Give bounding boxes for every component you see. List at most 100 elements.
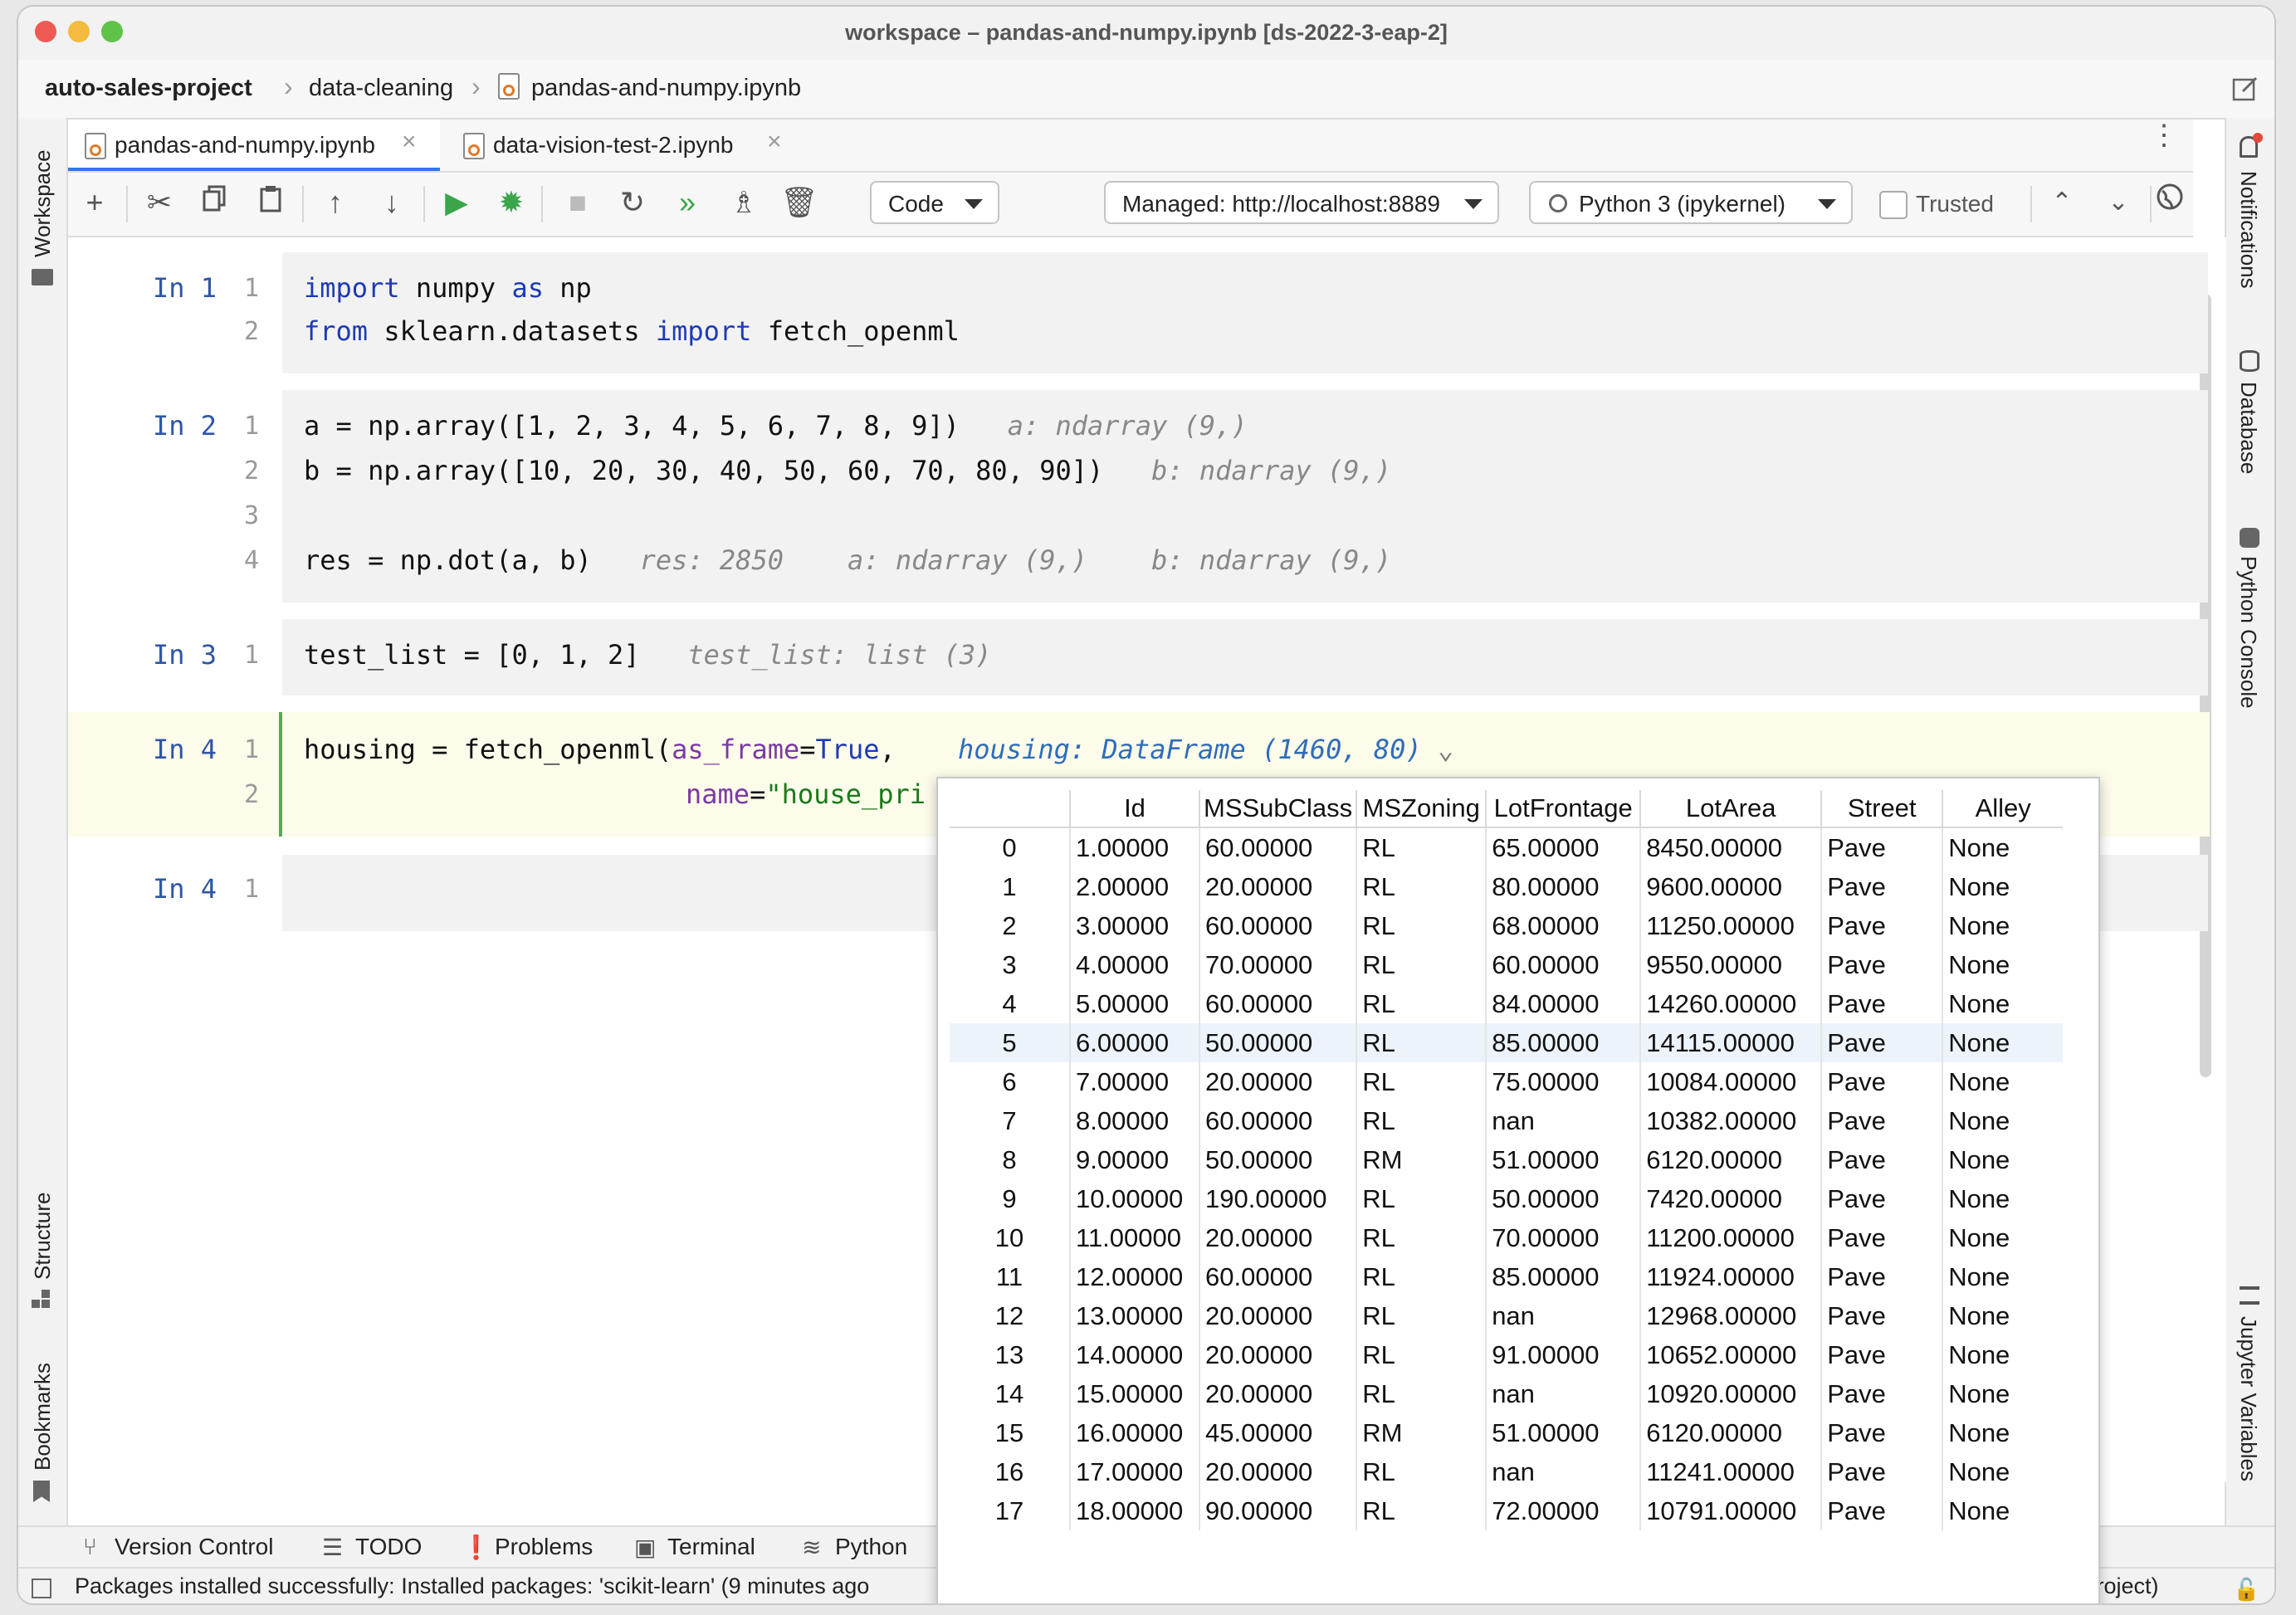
edit-icon[interactable] [2231,75,2259,103]
row-index[interactable]: 1 [950,867,1070,906]
code-cell-1[interactable] [282,252,2208,373]
table-cell[interactable]: Pave [1820,1452,1943,1491]
table-cell[interactable]: None [1942,1413,2064,1452]
table-cell[interactable]: 8450.00000 [1639,827,1822,867]
table-cell[interactable]: None [1942,1101,2064,1140]
code-line[interactable]: name="house_pri [686,778,926,810]
status-message[interactable]: Packages installed successfully: Install… [75,1574,869,1599]
table-cell[interactable]: None [1942,1491,2064,1530]
table-cell[interactable]: 60.00000 [1198,984,1357,1023]
table-cell[interactable]: 18.00000 [1069,1491,1199,1530]
row-index[interactable]: 4 [950,984,1070,1023]
table-cell[interactable]: 9600.00000 [1639,867,1822,906]
table-cell[interactable]: 17.00000 [1069,1452,1199,1491]
dataframe-table[interactable]: Id MSSubClass MSZoning LotFrontage LotAr… [950,790,2064,1530]
table-row[interactable]: 2 3.00000 60.00000 RL 68.00000 11250.00000 Pav… [950,906,2064,945]
table-row[interactable]: 15 16.00000 45.00000 RM 51.00000 6120.00000 Pa… [950,1413,2064,1452]
table-cell[interactable]: 5.00000 [1069,984,1199,1023]
table-row[interactable]: 17 18.00000 90.00000 RL 72.00000 10791.00000 P… [950,1491,2064,1530]
table-cell[interactable]: 11241.00000 [1639,1452,1822,1491]
table-cell[interactable]: Pave [1820,984,1943,1023]
table-cell[interactable]: RM [1356,1140,1487,1179]
table-cell[interactable]: 6120.00000 [1639,1413,1822,1452]
table-cell[interactable]: 6120.00000 [1639,1140,1822,1179]
table-cell[interactable]: RL [1356,1335,1487,1374]
row-index[interactable]: 0 [950,827,1070,867]
table-cell[interactable]: 10791.00000 [1639,1491,1822,1530]
version-control-tool[interactable]: Version Control [115,1534,273,1560]
table-cell[interactable]: 20.00000 [1198,1062,1357,1101]
run-all-icon[interactable]: » [669,184,706,221]
panel-toggle-icon[interactable] [32,1578,51,1598]
table-cell[interactable]: None [1942,1062,2064,1101]
code-line[interactable]: from sklearn.datasets import fetch_openm… [304,315,960,347]
table-cell[interactable]: 70.00000 [1485,1218,1641,1257]
table-cell[interactable]: 70.00000 [1198,945,1357,984]
table-cell[interactable]: nan [1485,1101,1641,1140]
table-cell[interactable]: Pave [1820,1023,1943,1062]
delete-cell-icon[interactable]: 🗑 [780,184,818,221]
table-cell[interactable]: None [1942,1179,2064,1218]
table-cell[interactable]: RL [1356,1218,1487,1257]
table-cell[interactable]: 20.00000 [1198,1335,1357,1374]
table-row[interactable]: 6 7.00000 20.00000 RL 75.00000 10084.00000 Pav… [950,1062,2064,1101]
table-cell[interactable]: 7.00000 [1069,1062,1199,1101]
table-cell[interactable]: 20.00000 [1198,1218,1357,1257]
tab-data-vision-test-2[interactable]: data-vision-test-2.ipynb × [447,120,795,171]
row-index[interactable]: 11 [950,1257,1070,1296]
table-cell[interactable]: 190.00000 [1198,1179,1357,1218]
notifications-tool-tab[interactable]: Notifications [2235,171,2261,289]
more-vertical-icon[interactable]: ⋮ [2150,121,2178,149]
table-cell[interactable]: 14115.00000 [1639,1023,1822,1062]
table-row[interactable]: 5 6.00000 50.00000 RL 85.00000 14115.00000 Pav… [950,1023,2064,1062]
table-cell[interactable]: Pave [1820,1374,1943,1413]
python-console-tool-tab[interactable]: Python Console [2235,556,2261,709]
database-tool-tab[interactable]: Database [2235,382,2261,474]
paste-icon[interactable] [252,184,289,221]
row-index[interactable]: 8 [950,1140,1070,1179]
table-row[interactable]: 11 12.00000 60.00000 RL 85.00000 11924.00000 P… [950,1257,2064,1296]
table-cell[interactable]: 75.00000 [1485,1062,1641,1101]
table-row[interactable]: 10 11.00000 20.00000 RL 70.00000 11200.00000 P… [950,1218,2064,1257]
table-cell[interactable]: 14.00000 [1069,1335,1199,1374]
table-cell[interactable]: 9550.00000 [1639,945,1822,984]
table-cell[interactable]: 13.00000 [1069,1296,1199,1335]
table-cell[interactable]: 4.00000 [1069,945,1199,984]
table-cell[interactable]: None [1942,1140,2064,1179]
table-cell[interactable]: 50.00000 [1485,1179,1641,1218]
move-down-icon[interactable]: ↓ [374,184,410,221]
table-cell[interactable]: 6.00000 [1069,1023,1199,1062]
column-header[interactable]: LotFrontage [1485,790,1641,828]
table-cell[interactable]: 15.00000 [1069,1374,1199,1413]
row-index[interactable]: 17 [950,1491,1070,1530]
table-cell[interactable]: Pave [1820,1101,1943,1140]
table-cell[interactable]: 20.00000 [1198,1452,1357,1491]
table-cell[interactable]: 10382.00000 [1639,1101,1822,1140]
move-up-icon[interactable]: ↑ [317,184,354,221]
table-cell[interactable]: Pave [1820,945,1943,984]
table-cell[interactable]: 50.00000 [1198,1023,1357,1062]
table-cell[interactable]: None [1942,1374,2064,1413]
table-cell[interactable]: RL [1356,1179,1487,1218]
row-index[interactable]: 7 [950,1101,1070,1140]
table-cell[interactable]: 72.00000 [1485,1491,1641,1530]
table-cell[interactable]: None [1942,867,2064,906]
code-line[interactable]: housing = fetch_openml(as_frame=True, [304,734,896,765]
row-index[interactable]: 9 [950,1179,1070,1218]
cut-icon[interactable]: ✂ [141,184,178,221]
close-tab-icon[interactable]: × [767,128,782,156]
restart-kernel-icon[interactable]: ↻ [614,184,651,221]
table-cell[interactable]: 11.00000 [1069,1218,1199,1257]
table-cell[interactable]: 12968.00000 [1639,1296,1822,1335]
table-row[interactable]: 12 13.00000 20.00000 RL nan 12968.00000 Pave No… [950,1296,2064,1335]
table-cell[interactable]: None [1942,1218,2064,1257]
table-cell[interactable]: None [1942,1023,2064,1062]
table-cell[interactable]: 8.00000 [1069,1101,1199,1140]
row-index[interactable]: 10 [950,1218,1070,1257]
table-cell[interactable]: Pave [1820,1062,1943,1101]
table-cell[interactable]: RL [1356,906,1487,945]
table-cell[interactable]: Pave [1820,1179,1943,1218]
code-line[interactable]: test_list = [0, 1, 2] test_list: list (3… [304,639,991,671]
cell-type-select[interactable]: Code [870,181,999,224]
tab-pandas-and-numpy[interactable]: pandas-and-numpy.ipynb × [68,120,440,171]
